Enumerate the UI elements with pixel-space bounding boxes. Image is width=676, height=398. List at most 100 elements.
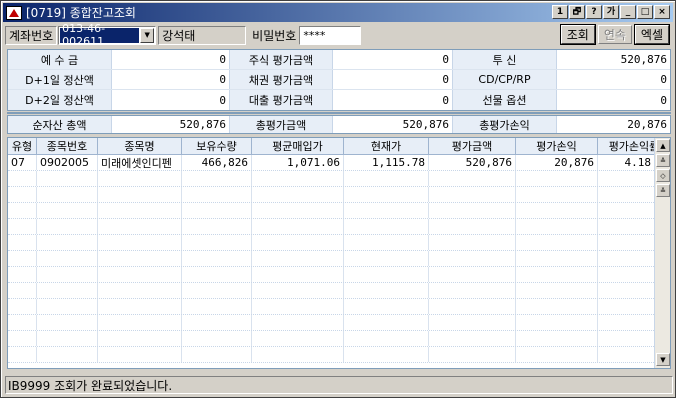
table-row[interactable]: [8, 347, 654, 363]
table-row[interactable]: [8, 267, 654, 283]
scroll-down-icon[interactable]: ▼: [656, 353, 670, 366]
grid-cell: [182, 267, 252, 282]
column-header[interactable]: 평가손익: [516, 138, 598, 154]
account-holder-name: 강석태: [158, 25, 247, 45]
table-row[interactable]: [8, 331, 654, 347]
grid-cell: [344, 251, 429, 266]
table-row[interactable]: 07 0902005 미래에셋인디펜 466,826 1,071.06 1,11…: [8, 155, 654, 171]
grid-cell: [516, 171, 598, 186]
grid-cell: [344, 219, 429, 234]
window-title: [0719] 종합잔고조회: [26, 6, 136, 20]
column-header[interactable]: 종목명: [98, 138, 182, 154]
grid-cell: [598, 187, 654, 202]
column-header[interactable]: 평가금액: [429, 138, 516, 154]
page-down-icon[interactable]: ≚: [656, 184, 670, 197]
grid-cell: [98, 283, 182, 298]
font-size-button[interactable]: 가: [603, 5, 619, 19]
holdings-grid[interactable]: 유형 종목번호 종목명 보유수량 평균매입가 현재가 평가금액 평가손익 평가손…: [7, 137, 671, 369]
grid-cell: [344, 283, 429, 298]
table-row[interactable]: [8, 251, 654, 267]
summary-value: 0: [112, 50, 230, 69]
grid-cell: [182, 187, 252, 202]
table-row[interactable]: [8, 299, 654, 315]
grid-cell: [429, 203, 516, 218]
grid-cell: [344, 187, 429, 202]
column-header[interactable]: 현재가: [344, 138, 429, 154]
grid-cell: [598, 171, 654, 186]
close-button[interactable]: ×: [654, 5, 670, 19]
screen-number-button[interactable]: 1: [552, 5, 568, 19]
grid-cell: [429, 315, 516, 330]
grid-cell: [344, 331, 429, 346]
cell-code: 0902005: [37, 155, 98, 170]
query-button[interactable]: 조회: [560, 25, 595, 44]
grid-cell: [252, 347, 344, 362]
summary-divider: [7, 112, 671, 114]
table-row[interactable]: [8, 187, 654, 203]
grid-cell: [252, 315, 344, 330]
minimize-button[interactable]: _: [620, 5, 636, 19]
grid-cell: [182, 219, 252, 234]
grid-cell: [98, 219, 182, 234]
grid-cell: [37, 267, 98, 282]
grid-cell: [252, 299, 344, 314]
maximize-button[interactable]: □: [637, 5, 653, 19]
grid-cell: [516, 251, 598, 266]
table-row[interactable]: [8, 235, 654, 251]
link-window-button[interactable]: 🗗: [569, 5, 585, 19]
grid-body: 07 0902005 미래에셋인디펜 466,826 1,071.06 1,11…: [8, 155, 654, 368]
column-header[interactable]: 유형: [8, 138, 37, 154]
summary-value: 0: [333, 50, 453, 69]
total-pnl-value: 20,876: [627, 118, 667, 131]
grid-cell: [516, 235, 598, 250]
password-field[interactable]: ****: [299, 25, 362, 45]
continue-button[interactable]: 연속: [597, 25, 632, 44]
grid-cell: [37, 283, 98, 298]
column-header[interactable]: 종목번호: [37, 138, 98, 154]
summary-value: 0: [112, 70, 230, 89]
grid-cell: [598, 315, 654, 330]
grid-cell: [182, 251, 252, 266]
page-up-icon[interactable]: ≙: [656, 154, 670, 167]
column-header[interactable]: 평균매입가: [252, 138, 344, 154]
grid-cell: [37, 251, 98, 266]
account-select[interactable]: 013-46-002611 ▼: [58, 22, 157, 48]
grid-cell: [182, 315, 252, 330]
account-number[interactable]: 013-46-002611: [60, 22, 140, 48]
help-button[interactable]: ?: [586, 5, 602, 19]
excel-button[interactable]: 엑셀: [634, 25, 669, 44]
table-row[interactable]: [8, 283, 654, 299]
grid-cell: [252, 171, 344, 186]
grid-cell: [598, 267, 654, 282]
summary-label: 예 수 금: [8, 50, 112, 69]
table-row[interactable]: [8, 203, 654, 219]
table-row[interactable]: [8, 219, 654, 235]
summary-label: 채권 평가금액: [230, 70, 333, 89]
grid-cell: [98, 187, 182, 202]
scroll-up-icon[interactable]: ▲: [656, 139, 670, 152]
chevron-down-icon[interactable]: ▼: [140, 27, 155, 43]
cell-type: 07: [8, 155, 37, 170]
grid-cell: [429, 283, 516, 298]
scroll-home-icon[interactable]: ◇: [656, 169, 670, 182]
total-valuation-value: 520,876: [333, 116, 453, 133]
grid-cell: [252, 235, 344, 250]
grid-cell: [252, 331, 344, 346]
query-toolbar: 계좌번호 013-46-002611 ▼ 강석태 비밀번호 **** 조회 연속…: [5, 22, 671, 48]
table-row[interactable]: [8, 171, 654, 187]
grid-cell: [516, 187, 598, 202]
column-header[interactable]: 보유수량: [182, 138, 252, 154]
vertical-scrollbar[interactable]: ▲ ≙ ◇ ≚ ▼: [654, 138, 670, 368]
cell-quantity: 466,826: [182, 155, 252, 170]
password-label: 비밀번호: [252, 28, 297, 43]
table-row[interactable]: [8, 315, 654, 331]
grid-cell: [344, 267, 429, 282]
summary-row: D+2일 정산액 0 대출 평가금액 0 선물 옵션 0: [8, 90, 670, 110]
grid-cell: [182, 299, 252, 314]
grid-cell: [98, 347, 182, 362]
grid-cell: [516, 331, 598, 346]
grid-cell: [98, 171, 182, 186]
title-bar[interactable]: [0719] 종합잔고조회 1 🗗 ? 가 _ □ ×: [3, 3, 673, 22]
summary-value: 0: [660, 73, 667, 86]
grid-cell: [598, 235, 654, 250]
